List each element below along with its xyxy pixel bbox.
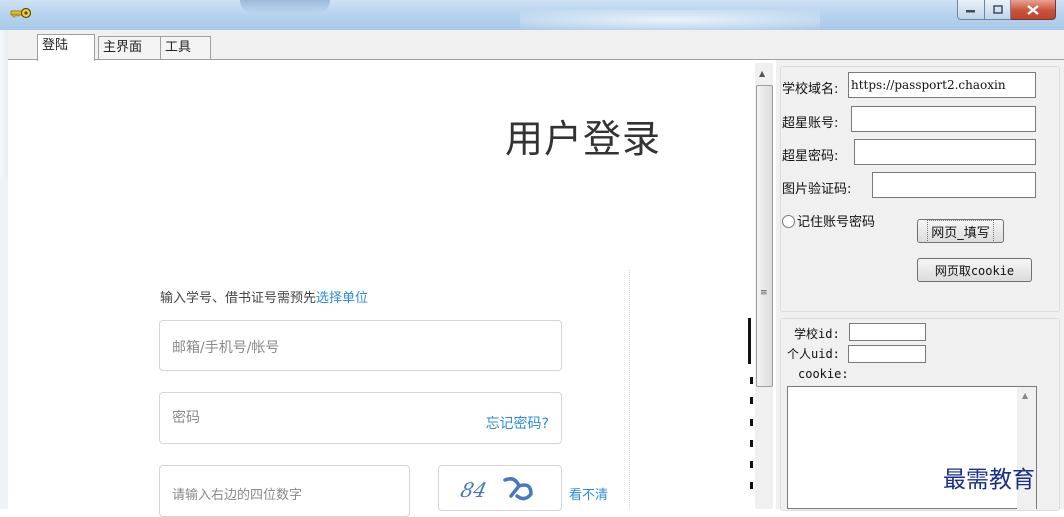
captcha-input[interactable]: 请输入右边的四位数字 <box>159 465 410 517</box>
minimize-button[interactable] <box>957 0 985 20</box>
remember-label[interactable]: 记住账号密码 <box>797 211 875 230</box>
cookie-label: cookie: <box>798 367 849 381</box>
separator-mark <box>750 419 753 426</box>
minimize-icon <box>966 9 975 12</box>
captcha-placeholder: 请输入右边的四位数字 <box>172 488 303 503</box>
web-scrollbar[interactable]: ▲ ≡ <box>755 63 773 509</box>
password-label: 超星密码: <box>782 149 839 164</box>
uid-input[interactable] <box>848 345 926 363</box>
scroll-thumb[interactable] <box>756 85 773 387</box>
separator-mark <box>750 397 753 404</box>
password-field[interactable] <box>854 139 1036 165</box>
titlebar-glow <box>520 10 820 30</box>
separator-mark <box>750 482 753 489</box>
forgot-password-link[interactable]: 忘记密码? <box>486 413 549 433</box>
title-bar <box>0 0 1064 30</box>
account-input[interactable]: 邮箱/手机号/帐号 <box>159 320 562 371</box>
window-frame <box>0 30 8 509</box>
separator-mark <box>748 318 751 364</box>
refresh-captcha-link[interactable]: 看不清 <box>569 484 608 503</box>
get-cookie-button[interactable]: 网页取cookie <box>917 258 1032 282</box>
dotted-divider <box>629 270 630 509</box>
grip-icon: ≡ <box>760 288 768 298</box>
tab-main[interactable]: 主界面 <box>98 36 163 59</box>
password-input[interactable]: 密码 忘记密码? <box>159 392 562 444</box>
tab-login[interactable]: 登陆 <box>37 34 95 61</box>
password-placeholder: 密码 <box>172 410 200 426</box>
key-icon <box>10 7 32 19</box>
hint-text: 输入学号、借书证号需预先 <box>160 291 317 306</box>
fill-button-label: 网页_填写 <box>927 219 994 243</box>
account-field[interactable] <box>851 106 1036 132</box>
tab-tools[interactable]: 工具 <box>160 36 211 59</box>
domain-label: 学校域名: <box>782 82 839 97</box>
captcha-field[interactable] <box>872 172 1036 198</box>
page-title: 用户登录 <box>505 117 662 161</box>
captcha-text: 84 <box>458 478 490 502</box>
close-button[interactable] <box>1011 0 1056 20</box>
separator-mark <box>750 440 753 447</box>
captcha-label: 图片验证码: <box>782 182 852 197</box>
maximize-button[interactable] <box>985 0 1011 20</box>
captcha-image[interactable]: 84 <box>438 465 562 511</box>
uid-label: 个人uid: <box>787 347 840 361</box>
scroll-up-icon[interactable]: ▲ <box>759 69 765 78</box>
account-placeholder: 邮箱/手机号/帐号 <box>172 340 280 356</box>
tab-label: 主界面 <box>103 40 143 55</box>
maximize-icon <box>992 5 1003 14</box>
scroll-up-icon[interactable]: ▲ <box>1022 391 1028 400</box>
separator-mark <box>750 461 753 468</box>
captcha-glyph-icon <box>503 477 533 501</box>
school-id-input[interactable] <box>849 323 926 341</box>
close-icon <box>1027 4 1039 15</box>
remember-radio[interactable] <box>782 215 795 228</box>
domain-input[interactable]: https://passport2.chaoxin <box>848 72 1036 98</box>
select-unit-link[interactable]: 选择单位 <box>316 291 368 306</box>
titlebar-glow <box>240 0 330 14</box>
school-id-label: 学校id: <box>794 327 840 341</box>
account-label: 超星账号: <box>782 116 839 131</box>
watermark: 最需教育 <box>943 467 1035 493</box>
login-hint: 输入学号、借书证号需预先选择单位 <box>160 287 368 306</box>
fill-button[interactable]: 网页_填写 <box>917 219 1004 243</box>
get-cookie-button-label: 网页取cookie <box>934 263 1015 278</box>
tab-label: 工具 <box>165 40 192 55</box>
separator-mark <box>750 377 753 384</box>
tab-label: 登陆 <box>42 38 69 53</box>
tab-strip: 登陆 主界面 工具 <box>8 30 1064 61</box>
